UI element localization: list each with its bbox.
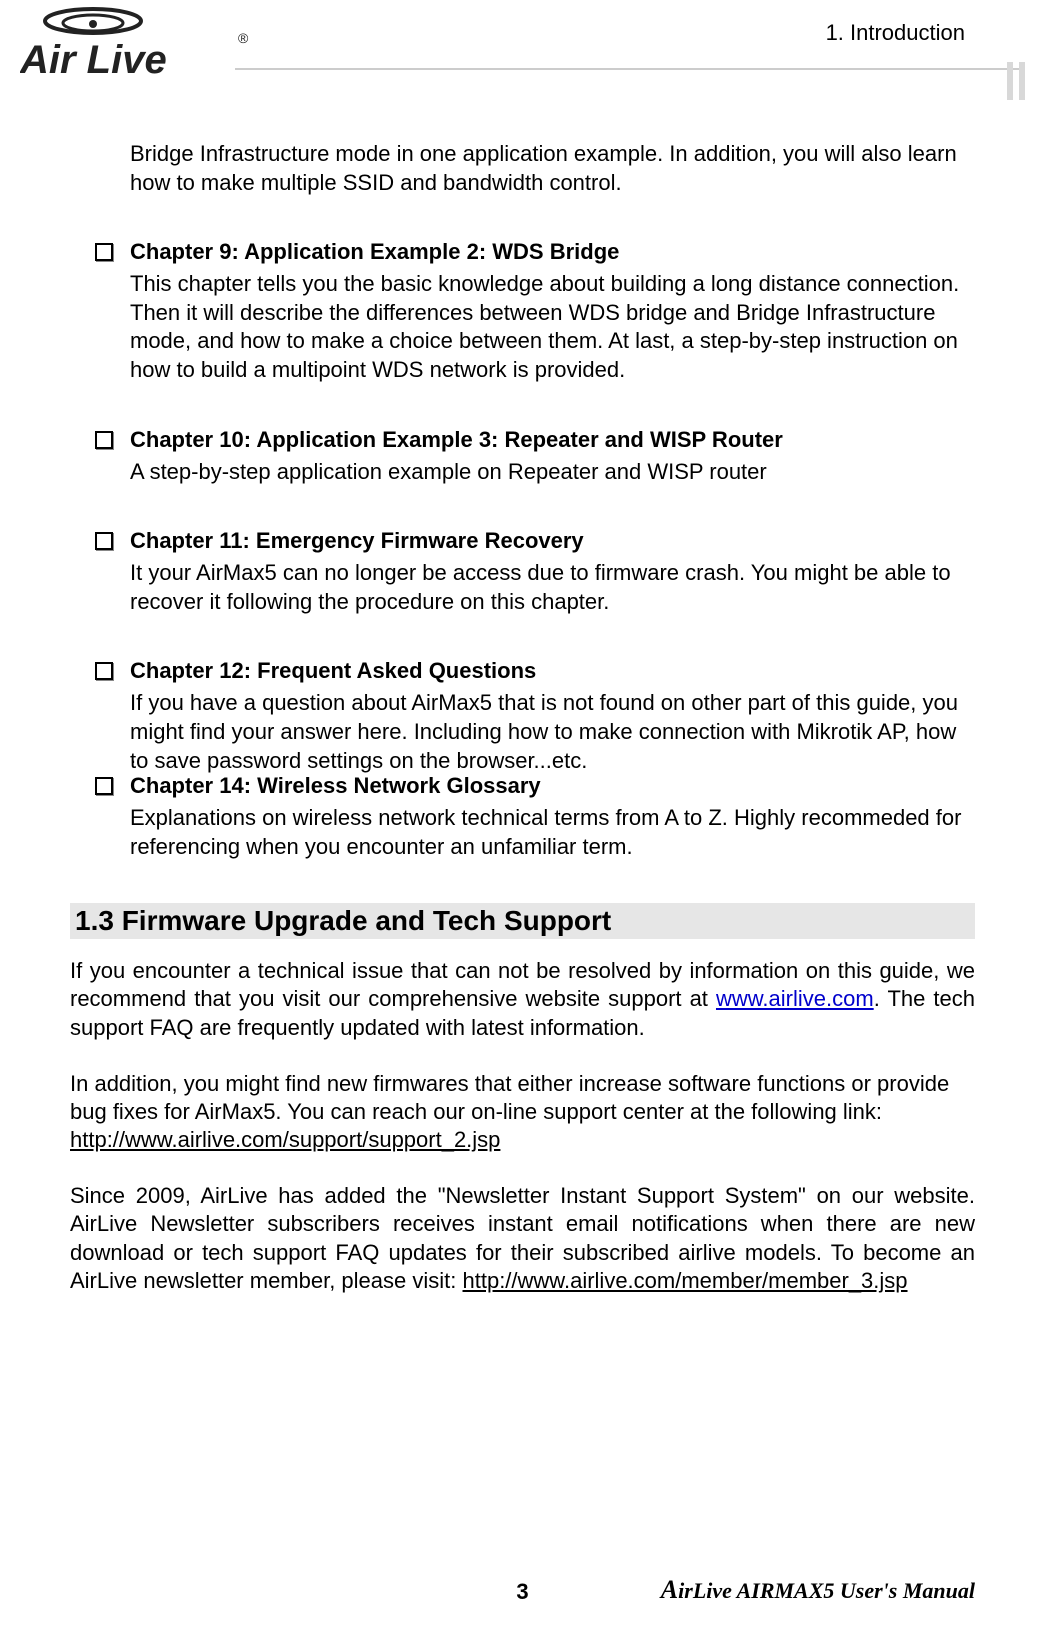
chapter-description: A step-by-step application example on Re… bbox=[130, 458, 975, 487]
footer-manual-title: AirLive AIRMAX5 User's Manual bbox=[661, 1575, 975, 1605]
chapter-item-10: Chapter 10: Application Example 3: Repea… bbox=[95, 427, 975, 487]
header-divider bbox=[235, 68, 1025, 70]
checkbox-bullet-icon bbox=[95, 777, 113, 795]
header-accent-bar-2 bbox=[1007, 62, 1013, 100]
chapter-title: Chapter 10: Application Example 3: Repea… bbox=[130, 427, 783, 453]
section-paragraph-3: Since 2009, AirLive has added the "Newsl… bbox=[70, 1182, 975, 1295]
checkbox-bullet-icon bbox=[95, 243, 113, 261]
chapter-item-14: Chapter 14: Wireless Network Glossary Ex… bbox=[95, 773, 975, 861]
svg-text:Air Live: Air Live bbox=[20, 38, 167, 82]
page-footer: 3 AirLive AIRMAX5 User's Manual bbox=[0, 1575, 1045, 1605]
chapter-item-9: Chapter 9: Application Example 2: WDS Br… bbox=[95, 239, 975, 384]
chapter-title: Chapter 12: Frequent Asked Questions bbox=[130, 658, 536, 684]
chapter-item-11: Chapter 11: Emergency Firmware Recovery … bbox=[95, 528, 975, 616]
chapter-title: Chapter 14: Wireless Network Glossary bbox=[130, 773, 541, 799]
header-accent-bar bbox=[1019, 62, 1025, 100]
para2-text-a: In addition, you might find new firmware… bbox=[70, 1071, 949, 1124]
checkbox-bullet-icon bbox=[95, 431, 113, 449]
chapter-title: Chapter 11: Emergency Firmware Recovery bbox=[130, 528, 584, 554]
chapter-title: Chapter 9: Application Example 2: WDS Br… bbox=[130, 239, 619, 265]
intro-paragraph: Bridge Infrastructure mode in one applic… bbox=[130, 140, 975, 197]
support-link[interactable]: http://www.airlive.com/support/support_2… bbox=[70, 1127, 500, 1152]
airlive-logo: Air Live ® bbox=[20, 5, 260, 90]
page-header: Air Live ® 1. Introduction bbox=[0, 0, 1045, 110]
page-number: 3 bbox=[516, 1579, 528, 1605]
section-paragraph-1: If you encounter a technical issue that … bbox=[70, 957, 975, 1041]
chapter-description: This chapter tells you the basic knowled… bbox=[130, 270, 975, 384]
page-content: Bridge Infrastructure mode in one applic… bbox=[0, 110, 1045, 1295]
checkbox-bullet-icon bbox=[95, 532, 113, 550]
section-paragraph-2: In addition, you might find new firmware… bbox=[70, 1070, 975, 1154]
checkbox-bullet-icon bbox=[95, 662, 113, 680]
svg-text:®: ® bbox=[238, 30, 249, 46]
section-heading-1-3: 1.3 Firmware Upgrade and Tech Support bbox=[70, 903, 975, 939]
header-section-label: 1. Introduction bbox=[826, 20, 965, 46]
chapter-description: Explanations on wireless network technic… bbox=[130, 804, 975, 861]
member-link[interactable]: http://www.airlive.com/member/member_3.j… bbox=[463, 1268, 908, 1293]
airlive-home-link[interactable]: www.airlive.com bbox=[716, 986, 874, 1011]
footer-rest: irLive AIRMAX5 User's Manual bbox=[678, 1578, 975, 1603]
footer-a: A bbox=[661, 1575, 678, 1604]
chapter-description: It your AirMax5 can no longer be access … bbox=[130, 559, 975, 616]
